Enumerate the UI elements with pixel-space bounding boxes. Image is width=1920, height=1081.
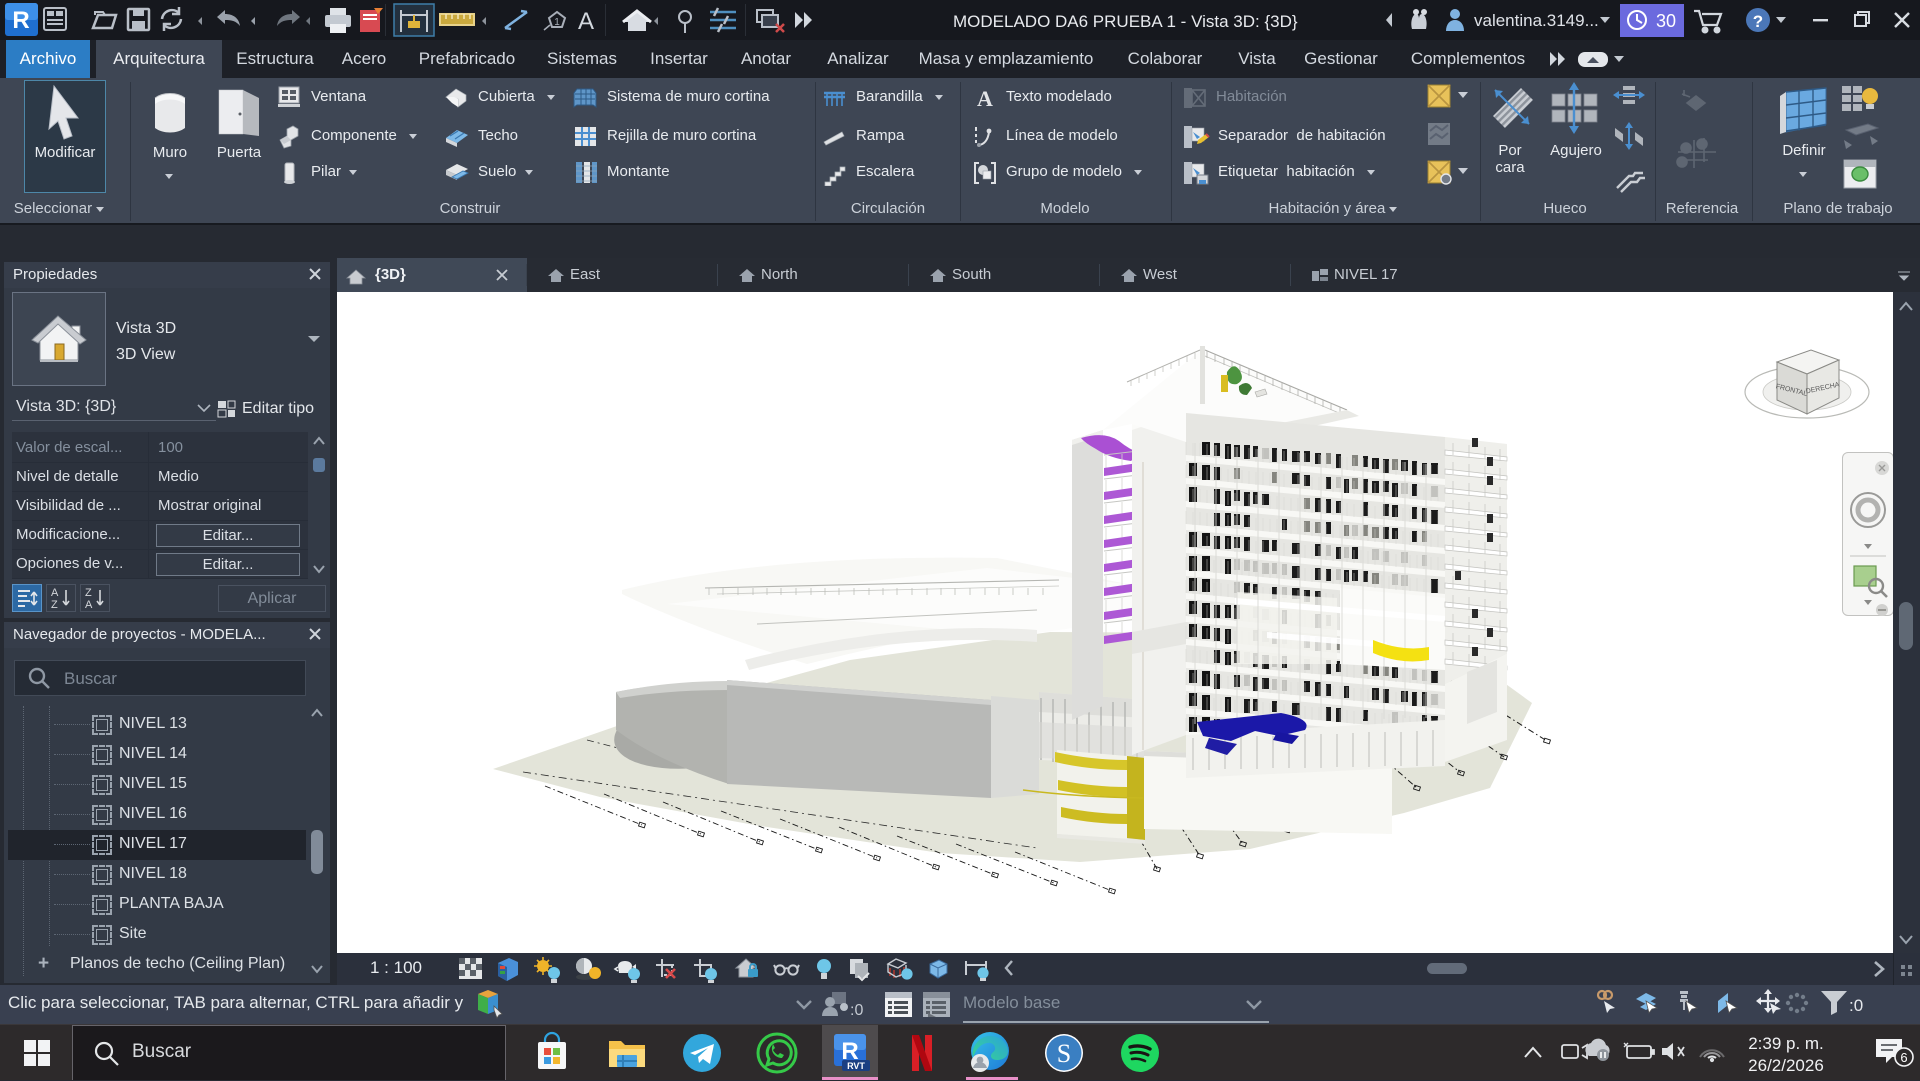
svg-text::0: :0 [1849, 996, 1863, 1015]
svg-text:26/2/2026: 26/2/2026 [1748, 1056, 1824, 1075]
svg-text:6: 6 [1900, 1050, 1907, 1065]
svg-text:Z: Z [85, 587, 92, 599]
svg-text:RVT: RVT [847, 1061, 865, 1071]
svg-text:S: S [1057, 1039, 1071, 1068]
svg-text:A: A [578, 8, 594, 35]
svg-text:A: A [977, 86, 993, 111]
svg-text:1: 1 [554, 17, 560, 28]
svg-text:MODELADO DA6 PRUEBA 1 - Vista: MODELADO DA6 PRUEBA 1 - Vista 3D: {3D} [953, 12, 1298, 31]
svg-text:?: ? [1753, 12, 1763, 31]
svg-text:Z: Z [51, 599, 58, 611]
svg-text:A: A [85, 599, 93, 611]
svg-text:30: 30 [1656, 11, 1676, 31]
svg-text:valentina.3149...: valentina.3149... [1474, 11, 1599, 30]
svg-text:A: A [51, 587, 59, 599]
svg-text:R: R [12, 7, 29, 34]
svg-text:2:39 p. m.: 2:39 p. m. [1748, 1034, 1824, 1053]
svg-text::0: :0 [850, 1002, 863, 1019]
